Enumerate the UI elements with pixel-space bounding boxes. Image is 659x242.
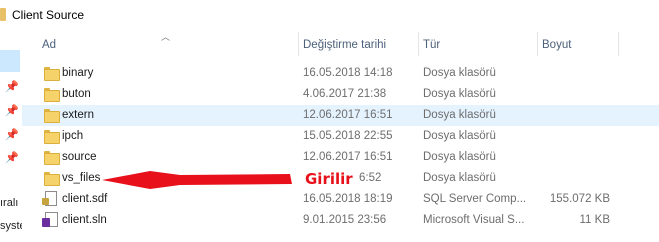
folder-icon (44, 151, 60, 165)
sdf-file-icon (42, 191, 57, 206)
column-header-size[interactable]: Boyut (542, 39, 571, 51)
column-header: ︿ Ad Değiştirme tarihi Tür Boyut (22, 30, 659, 60)
folder-icon (44, 172, 60, 186)
file-type: Dosya klasörü (423, 109, 496, 121)
pin-icon[interactable]: 📌 (5, 80, 19, 94)
file-size: 11 KB (579, 214, 610, 226)
file-row-extern[interactable]: extern 12.06.2017 16:51 Dosya klasörü (22, 105, 659, 126)
file-type: Dosya klasörü (423, 88, 496, 100)
folder-icon (44, 109, 60, 123)
column-divider[interactable] (618, 32, 619, 56)
file-type: Microsoft Visual S... (423, 214, 525, 226)
file-row-binary[interactable]: binary 16.05.2018 14:18 Dosya klasörü (22, 63, 659, 84)
sort-ascending-icon: ︿ (161, 32, 171, 42)
folder-icon (44, 130, 60, 144)
column-divider[interactable] (418, 32, 419, 56)
file-row-ipch[interactable]: ipch 15.05.2018 22:55 Dosya klasörü (22, 126, 659, 147)
title-bar: Client Source (0, 0, 659, 30)
file-date: 6:52 (359, 172, 382, 184)
sln-file-icon (42, 212, 58, 227)
file-name: vs_files (62, 172, 101, 184)
column-header-name[interactable]: Ad (42, 39, 56, 51)
pin-icon[interactable]: 📌 (5, 151, 19, 165)
window-title: Client Source (12, 8, 85, 22)
file-date: 16.05.2018 14:18 (303, 67, 393, 79)
file-type: Dosya klasörü (423, 151, 496, 163)
file-date: 15.05.2018 22:55 (303, 130, 393, 142)
file-date: 4.06.2017 21:38 (303, 88, 387, 100)
file-row-client-sdf[interactable]: client.sdf 16.05.2018 18:19 SQL Server C… (22, 189, 659, 210)
folder-icon (44, 67, 60, 81)
file-type: Dosya klasörü (423, 130, 496, 142)
nav-item-label[interactable]: syste (0, 220, 22, 232)
pin-icon[interactable]: 📌 (5, 128, 19, 142)
file-name: client.sln (62, 214, 107, 226)
file-name: ipch (62, 130, 84, 142)
file-date: 12.06.2017 16:51 (303, 109, 393, 121)
file-name: buton (62, 88, 91, 100)
pin-icon[interactable]: 📌 (5, 104, 19, 118)
file-type: SQL Server Comp... (423, 193, 527, 205)
column-divider[interactable] (537, 32, 538, 56)
file-type: Dosya klasörü (423, 67, 496, 79)
file-type: Dosya klasörü (423, 172, 496, 184)
column-header-date[interactable]: Değiştirme tarihi (303, 39, 386, 51)
column-divider[interactable] (298, 32, 299, 56)
annotation-label: Girilir (305, 170, 353, 188)
file-name: client.sdf (62, 193, 108, 205)
file-date: 16.05.2018 18:19 (303, 193, 393, 205)
navigation-pane[interactable]: 📌 📌 📌 📌 ıralı F syste (0, 30, 22, 242)
file-date: 12.06.2017 16:51 (303, 151, 393, 163)
file-row-buton[interactable]: buton 4.06.2017 21:38 Dosya klasörü (22, 84, 659, 105)
file-name: binary (62, 67, 94, 79)
file-date: 9.01.2015 23:56 (303, 214, 387, 226)
file-name: extern (62, 109, 94, 121)
column-header-type[interactable]: Tür (423, 39, 440, 51)
folder-icon (44, 88, 60, 102)
file-row-client-sln[interactable]: client.sln 9.01.2015 23:56 Microsoft Vis… (22, 210, 659, 231)
file-row-source[interactable]: source 12.06.2017 16:51 Dosya klasörü (22, 147, 659, 168)
file-size: 155.072 KB (549, 193, 610, 205)
file-name: source (62, 151, 97, 163)
nav-item-label[interactable]: ıralı F (0, 197, 22, 209)
folder-icon (0, 8, 6, 21)
nav-selected-item[interactable] (0, 50, 20, 72)
